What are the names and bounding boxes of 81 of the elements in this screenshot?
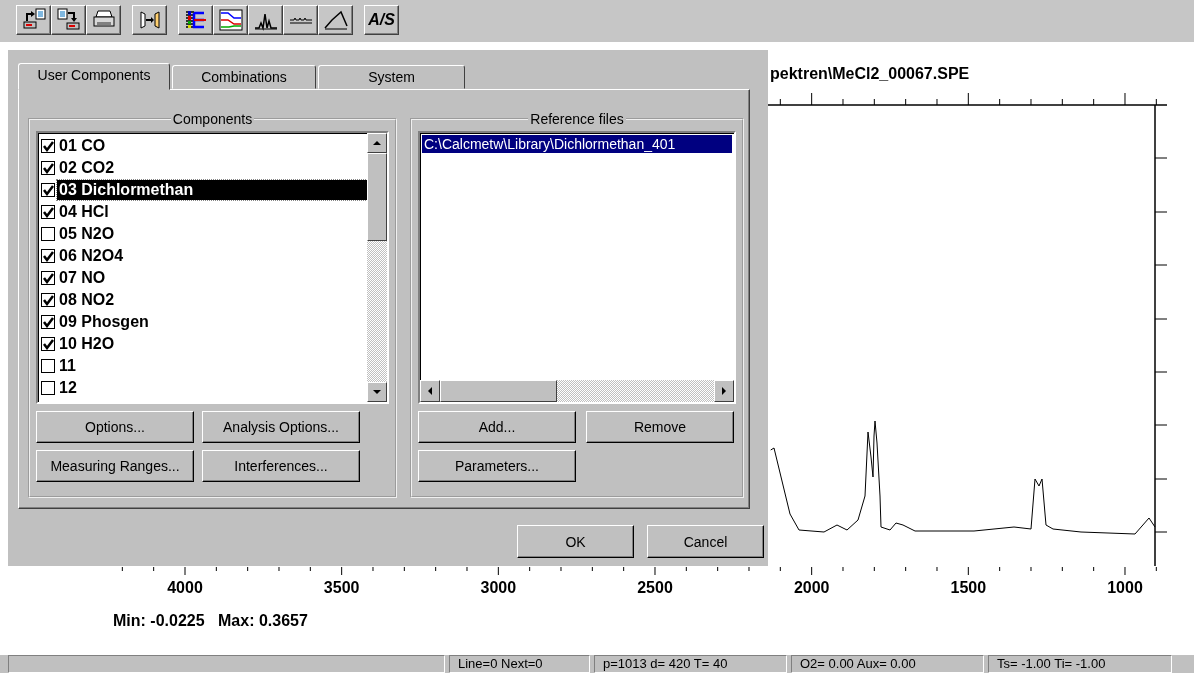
toolbar-button[interactable] bbox=[16, 5, 51, 35]
status-panel: p=1013 d= 420 T= 40 bbox=[594, 655, 787, 673]
toolbar-button[interactable] bbox=[132, 5, 167, 35]
axis-label: 1000 bbox=[1107, 579, 1143, 596]
toolbar-button[interactable] bbox=[283, 5, 318, 35]
list-item[interactable]: 02 CO2 bbox=[57, 158, 117, 178]
down-arrow-icon bbox=[372, 388, 382, 396]
connector-arrow-icon bbox=[137, 8, 162, 32]
checkbox[interactable] bbox=[41, 249, 55, 263]
list-item[interactable]: 11 bbox=[57, 356, 78, 376]
tab[interactable]: User Components bbox=[18, 63, 170, 90]
min-value: Min: -0.0225 bbox=[113, 612, 205, 629]
checkbox[interactable] bbox=[41, 183, 55, 197]
list-item[interactable]: 03 Dichlormethan bbox=[57, 180, 367, 200]
axis-label: 3000 bbox=[480, 579, 517, 596]
button[interactable]: OK bbox=[517, 525, 634, 558]
scrollbar[interactable] bbox=[420, 380, 734, 402]
axis-label: 3500 bbox=[323, 579, 360, 596]
toolbar-button[interactable] bbox=[213, 5, 248, 35]
axis-label: 2500 bbox=[637, 579, 673, 596]
checkbox[interactable] bbox=[41, 315, 55, 329]
tab[interactable]: Combinations bbox=[172, 65, 316, 89]
list-item[interactable]: 12 bbox=[57, 378, 79, 398]
list-item[interactable]: 06 N2O4 bbox=[57, 246, 126, 266]
checkbox[interactable] bbox=[41, 205, 55, 219]
list-item[interactable]: 04 HCl bbox=[57, 202, 111, 222]
button[interactable]: Interferences... bbox=[202, 450, 360, 482]
scrollbar[interactable] bbox=[367, 133, 387, 402]
axis-label: 2000 bbox=[793, 579, 830, 596]
toolbar-button[interactable] bbox=[178, 5, 213, 35]
scroll-up-button[interactable] bbox=[367, 133, 387, 153]
scroll-left-button[interactable] bbox=[420, 380, 440, 402]
checkbox[interactable] bbox=[41, 161, 55, 175]
list-item[interactable]: 01 CO bbox=[57, 136, 108, 156]
status-panel: Line=0 Next=0 bbox=[449, 655, 590, 673]
baseline-icon bbox=[288, 16, 313, 24]
toolbar-button[interactable]: A/S bbox=[364, 5, 399, 35]
toolbar-button[interactable] bbox=[51, 5, 86, 35]
list-item[interactable]: 08 NO2 bbox=[57, 290, 117, 310]
chart-title: pektren\MeCl2_00067.SPE bbox=[770, 65, 970, 82]
axis-label: 4000 bbox=[167, 579, 203, 596]
left-arrow-icon bbox=[426, 386, 434, 396]
checkbox[interactable] bbox=[41, 293, 55, 307]
button[interactable]: Remove bbox=[586, 411, 734, 443]
checkbox[interactable] bbox=[41, 337, 55, 351]
list-item[interactable]: 05 N2O bbox=[57, 224, 117, 244]
checkbox[interactable] bbox=[41, 227, 55, 241]
list-item[interactable]: 10 H2O bbox=[57, 334, 117, 354]
toolbar-button[interactable] bbox=[86, 5, 121, 35]
button[interactable]: Options... bbox=[36, 411, 194, 443]
status-panel: O2= 0.00 Aux= 0.00 bbox=[791, 655, 984, 673]
button[interactable]: Add... bbox=[418, 411, 576, 443]
max-value: Max: 0.3657 bbox=[218, 612, 308, 629]
group-title: Components bbox=[171, 111, 254, 127]
scroll-thumb[interactable] bbox=[367, 153, 387, 241]
status-panel: Ts= -1.00 Ti= -1.00 bbox=[988, 655, 1172, 673]
slope-line-icon bbox=[323, 8, 348, 32]
checkbox[interactable] bbox=[41, 381, 55, 395]
scroll-thumb[interactable] bbox=[440, 380, 557, 402]
scroll-right-button[interactable] bbox=[714, 380, 734, 402]
button[interactable]: Measuring Ranges... bbox=[36, 450, 194, 482]
up-arrow-icon bbox=[372, 139, 382, 147]
list-item[interactable]: C:\Calcmetw\Library\Dichlormethan_401 bbox=[422, 135, 732, 153]
button[interactable]: Parameters... bbox=[418, 450, 576, 482]
checkbox[interactable] bbox=[41, 359, 55, 373]
export-icon bbox=[21, 8, 46, 32]
button[interactable]: Analysis Options... bbox=[202, 411, 360, 443]
tab[interactable]: System bbox=[318, 65, 465, 89]
list-item[interactable]: 09 Phosgen bbox=[57, 312, 151, 332]
line-chart-icon bbox=[218, 8, 243, 32]
checkbox[interactable] bbox=[41, 271, 55, 285]
toolbar-button[interactable] bbox=[248, 5, 283, 35]
toolbar-button[interactable] bbox=[318, 5, 353, 35]
group-title: Reference files bbox=[529, 111, 625, 127]
axis-label: 1500 bbox=[950, 579, 987, 596]
list-item[interactable]: 07 NO bbox=[57, 268, 108, 288]
button[interactable]: Cancel bbox=[647, 525, 764, 558]
checkbox[interactable] bbox=[41, 139, 55, 153]
scroll-down-button[interactable] bbox=[367, 382, 387, 402]
import-icon bbox=[56, 8, 81, 32]
right-arrow-icon bbox=[720, 386, 728, 396]
